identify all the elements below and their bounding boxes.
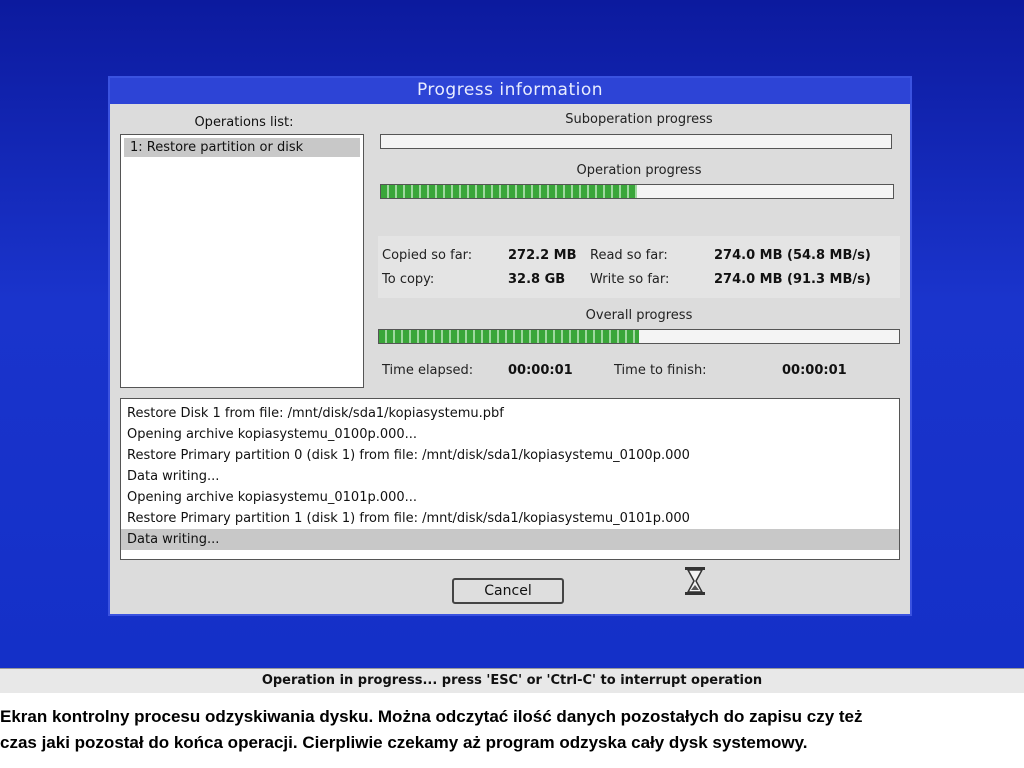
write-label: Write so far: xyxy=(590,272,670,287)
image-caption: Ekran kontrolny procesu odzyskiwania dys… xyxy=(0,704,1020,756)
time-elapsed-value: 00:00:01 xyxy=(508,363,573,378)
to-copy-label: To copy: xyxy=(382,272,435,287)
operation-progress-label: Operation progress xyxy=(576,163,702,178)
copied-label: Copied so far: xyxy=(382,248,473,263)
log-line-selected: Data writing... xyxy=(121,529,899,550)
progress-dialog: Progress information Operations list: 1:… xyxy=(108,76,912,616)
caption-line: czas jaki pozostał do końca operacji. Ci… xyxy=(0,733,808,752)
operations-list[interactable]: 1: Restore partition or disk xyxy=(120,134,364,388)
dialog-title: Progress information xyxy=(110,78,910,104)
log-line: Restore Primary partition 1 (disk 1) fro… xyxy=(127,511,690,526)
operations-list-label: Operations list: xyxy=(194,115,294,130)
read-value: 274.0 MB (54.8 MB/s) xyxy=(714,248,871,263)
copied-value: 272.2 MB xyxy=(508,248,577,263)
time-elapsed-label: Time elapsed: xyxy=(382,363,474,378)
operation-progress-bar xyxy=(380,184,894,199)
status-bar: Operation in progress... press 'ESC' or … xyxy=(0,668,1024,693)
time-to-finish-value: 00:00:01 xyxy=(782,363,847,378)
caption-line: Ekran kontrolny procesu odzyskiwania dys… xyxy=(0,707,863,726)
time-to-finish-label: Time to finish: xyxy=(614,363,707,378)
suboperation-progress-label: Suboperation progress xyxy=(565,112,713,127)
to-copy-value: 32.8 GB xyxy=(508,272,566,287)
read-label: Read so far: xyxy=(590,248,668,263)
operation-item[interactable]: 1: Restore partition or disk xyxy=(124,138,360,157)
overall-progress-bar xyxy=(378,329,900,344)
hourglass-icon xyxy=(685,567,705,595)
log-line: Opening archive kopiasystemu_0101p.000..… xyxy=(127,490,418,505)
operation-log[interactable]: Restore Disk 1 from file: /mnt/disk/sda1… xyxy=(120,398,900,560)
write-value: 274.0 MB (91.3 MB/s) xyxy=(714,272,871,287)
overall-progress-label: Overall progress xyxy=(585,308,693,323)
operation-progress-fill xyxy=(381,185,637,198)
suboperation-progress-bar xyxy=(380,134,892,149)
log-line: Data writing... xyxy=(127,469,220,484)
cancel-button[interactable]: Cancel xyxy=(452,578,564,604)
transfer-stats-panel: Copied so far: 272.2 MB Read so far: 274… xyxy=(378,236,900,298)
log-line: Restore Primary partition 0 (disk 1) fro… xyxy=(127,448,690,463)
overall-progress-fill xyxy=(379,330,639,343)
log-line: Restore Disk 1 from file: /mnt/disk/sda1… xyxy=(127,406,504,421)
log-line: Opening archive kopiasystemu_0100p.000..… xyxy=(127,427,418,442)
